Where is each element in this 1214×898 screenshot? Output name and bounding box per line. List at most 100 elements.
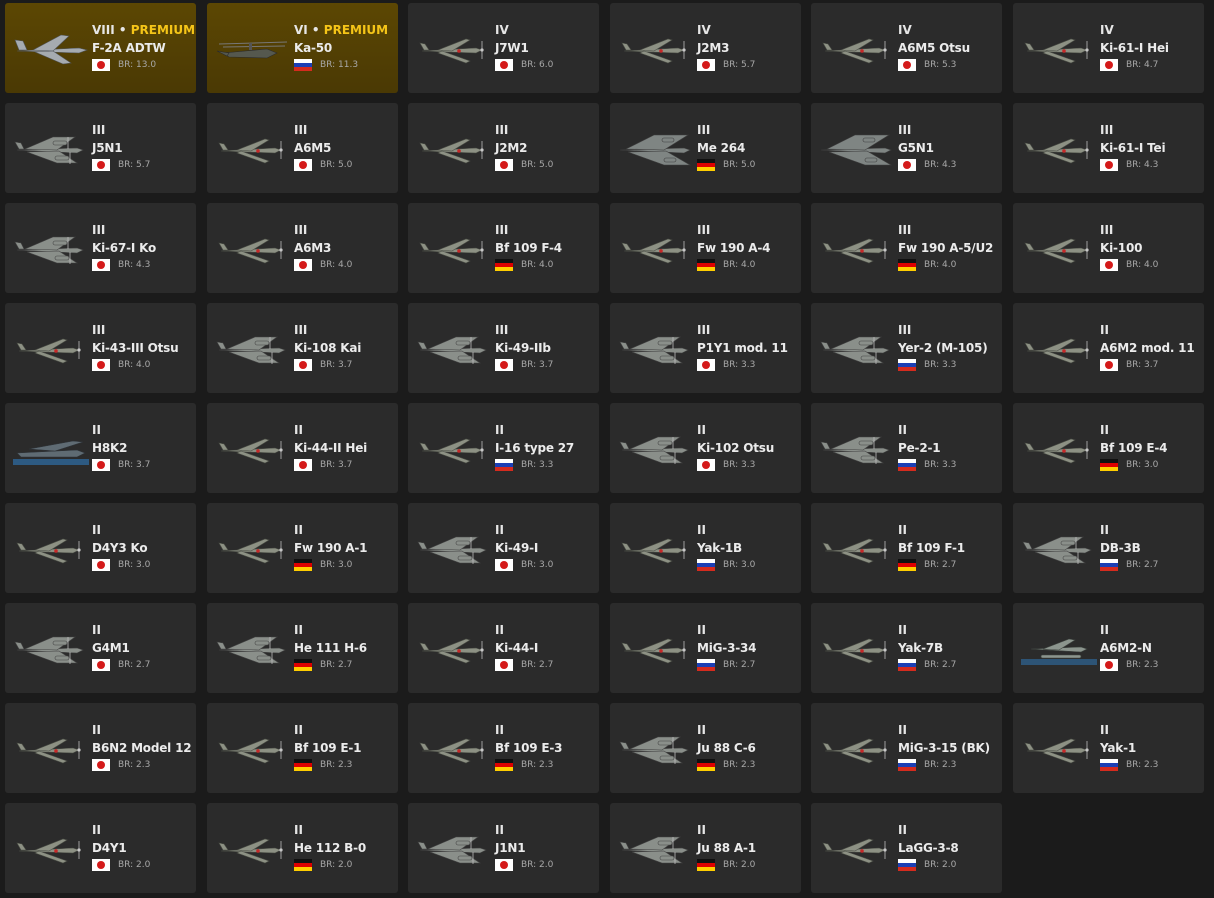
vehicle-meta: BR: 4.0 xyxy=(92,358,196,372)
vehicle-card[interactable]: III J5N1 BR: 5.7 xyxy=(5,103,196,193)
vehicle-name: Ki-108 Kai xyxy=(294,341,362,355)
rank-numeral: II xyxy=(697,823,706,837)
vehicle-card[interactable]: III Ki-61-I Tei BR: 4.3 xyxy=(1013,103,1204,193)
fighter-aircraft-icon xyxy=(819,229,895,269)
vehicle-card[interactable]: III Me 264 BR: 5.0 xyxy=(610,103,801,193)
vehicle-card[interactable]: II A6M2-N BR: 2.3 xyxy=(1013,603,1204,693)
twin-aircraft-icon xyxy=(618,329,694,369)
battle-rating: BR: 2.7 xyxy=(924,660,957,670)
vehicle-card[interactable]: II Ki-102 Otsu BR: 3.3 xyxy=(610,403,801,493)
vehicle-name: He 111 H-6 xyxy=(294,641,367,655)
premium-label: PREMIUM xyxy=(323,23,389,37)
vehicle-rank: II xyxy=(495,723,599,738)
vehicle-card[interactable]: II Yak-7B BR: 2.7 xyxy=(811,603,1002,693)
rank-numeral: IV xyxy=(898,23,912,37)
vehicle-name: Bf 109 E-4 xyxy=(1100,441,1168,455)
vehicle-card[interactable]: II I-16 type 27 BR: 3.3 xyxy=(408,403,599,493)
vehicle-card[interactable]: II MiG-3-15 (BK) BR: 2.3 xyxy=(811,703,1002,793)
ru-flag-icon xyxy=(898,459,916,471)
fighter-aircraft-icon xyxy=(1021,229,1097,269)
vehicle-card[interactable]: IV Ki-61-I Hei BR: 4.7 xyxy=(1013,3,1204,93)
vehicle-card[interactable]: III J2M2 BR: 5.0 xyxy=(408,103,599,193)
vehicle-card[interactable]: II H8K2 BR: 3.7 xyxy=(5,403,196,493)
ru-flag-icon xyxy=(898,359,916,371)
jp-flag-icon xyxy=(495,859,513,871)
vehicle-card[interactable]: II D4Y3 Ko BR: 3.0 xyxy=(5,503,196,593)
battle-rating: BR: 2.0 xyxy=(118,860,151,870)
jp-flag-icon xyxy=(495,59,513,71)
vehicle-name: P1Y1 mod. 11 xyxy=(697,341,788,355)
rank-numeral: II xyxy=(294,823,303,837)
vehicle-card[interactable]: II Fw 190 A-1 BR: 3.0 xyxy=(207,503,398,593)
battle-rating: BR: 4.0 xyxy=(521,260,554,270)
rank-numeral: II xyxy=(495,423,504,437)
vehicle-card[interactable]: III Yer-2 (M-105) BR: 3.3 xyxy=(811,303,1002,393)
vehicle-rank: II xyxy=(697,523,801,538)
vehicle-card[interactable]: II B6N2 Model 12 BR: 2.3 xyxy=(5,703,196,793)
vehicle-info: III Fw 190 A-5/U2 BR: 4.0 xyxy=(898,223,1002,272)
vehicle-card[interactable]: III Fw 190 A-4 BR: 4.0 xyxy=(610,203,801,293)
vehicle-card[interactable]: III Ki-67-I Ko BR: 4.3 xyxy=(5,203,196,293)
vehicle-card[interactable]: II Yak-1 BR: 2.3 xyxy=(1013,703,1204,793)
vehicle-meta: BR: 2.7 xyxy=(1100,558,1204,572)
battle-rating: BR: 5.0 xyxy=(521,160,554,170)
vehicle-card[interactable]: II D4Y1 BR: 2.0 xyxy=(5,803,196,893)
vehicle-card[interactable]: II Bf 109 F-1 BR: 2.7 xyxy=(811,503,1002,593)
de-flag-icon xyxy=(495,759,513,771)
vehicle-card[interactable]: III Fw 190 A-5/U2 BR: 4.0 xyxy=(811,203,1002,293)
vehicle-card[interactable]: III G5N1 BR: 4.3 xyxy=(811,103,1002,193)
vehicle-name: I-16 type 27 xyxy=(495,441,575,455)
jp-flag-icon xyxy=(92,659,110,671)
vehicle-info: II Ki-102 Otsu BR: 3.3 xyxy=(697,423,801,472)
vehicle-card[interactable]: II Bf 109 E-3 BR: 2.3 xyxy=(408,703,599,793)
vehicle-card[interactable]: VI • PREMIUM Ka-50 BR: 11.3 xyxy=(207,3,398,93)
vehicle-card[interactable]: II A6M2 mod. 11 BR: 3.7 xyxy=(1013,303,1204,393)
vehicle-card[interactable]: III Ki-49-IIb BR: 3.7 xyxy=(408,303,599,393)
vehicle-card[interactable]: II Pe-2-1 BR: 3.3 xyxy=(811,403,1002,493)
vehicle-card[interactable]: IV J7W1 BR: 6.0 xyxy=(408,3,599,93)
vehicle-card[interactable]: II Ju 88 A-1 BR: 2.0 xyxy=(610,803,801,893)
de-flag-icon xyxy=(898,559,916,571)
vehicle-card[interactable]: II Bf 109 E-1 BR: 2.3 xyxy=(207,703,398,793)
rank-numeral: III xyxy=(697,323,711,337)
vehicle-card[interactable]: II He 112 B-0 BR: 2.0 xyxy=(207,803,398,893)
fighter-aircraft-icon xyxy=(215,229,291,269)
vehicle-card[interactable]: II Ki-44-I BR: 2.7 xyxy=(408,603,599,693)
vehicle-rank: III xyxy=(898,123,1002,138)
vehicle-card[interactable]: II Ju 88 C-6 BR: 2.3 xyxy=(610,703,801,793)
vehicle-card[interactable]: II Yak-1B BR: 3.0 xyxy=(610,503,801,593)
vehicle-card[interactable]: III A6M5 BR: 5.0 xyxy=(207,103,398,193)
vehicle-info: IV J7W1 BR: 6.0 xyxy=(495,23,599,72)
vehicle-card[interactable]: III Ki-108 Kai BR: 3.7 xyxy=(207,303,398,393)
vehicle-card[interactable]: III A6M3 BR: 4.0 xyxy=(207,203,398,293)
vehicle-rank: VI • PREMIUM xyxy=(294,23,398,38)
vehicle-card[interactable]: VIII • PREMIUM F-2A ADTW BR: 13.0 xyxy=(5,3,196,93)
vehicle-card[interactable]: II He 111 H-6 BR: 2.7 xyxy=(207,603,398,693)
twin-aircraft-icon xyxy=(215,329,291,369)
vehicle-card[interactable]: IV J2M3 BR: 5.7 xyxy=(610,3,801,93)
battle-rating: BR: 3.3 xyxy=(521,460,554,470)
vehicle-card[interactable]: II J1N1 BR: 2.0 xyxy=(408,803,599,893)
vehicle-card[interactable]: IV A6M5 Otsu BR: 5.3 xyxy=(811,3,1002,93)
heli-aircraft-icon xyxy=(215,29,291,69)
vehicle-card[interactable]: II Bf 109 E-4 BR: 3.0 xyxy=(1013,403,1204,493)
vehicle-card[interactable]: III Bf 109 F-4 BR: 4.0 xyxy=(408,203,599,293)
twin-aircraft-icon xyxy=(416,529,492,569)
vehicle-card[interactable]: II LaGG-3-8 BR: 2.0 xyxy=(811,803,1002,893)
vehicle-card[interactable]: III Ki-100 BR: 4.0 xyxy=(1013,203,1204,293)
vehicle-name: Fw 190 A-4 xyxy=(697,241,771,255)
vehicle-card[interactable]: II Ki-49-I BR: 3.0 xyxy=(408,503,599,593)
vehicle-card[interactable]: III P1Y1 mod. 11 BR: 3.3 xyxy=(610,303,801,393)
vehicle-card[interactable]: II DB-3B BR: 2.7 xyxy=(1013,503,1204,593)
vehicle-rank: II xyxy=(294,423,398,438)
vehicle-name: J2M3 xyxy=(697,41,730,55)
vehicle-card[interactable]: III Ki-43-III Otsu BR: 4.0 xyxy=(5,303,196,393)
vehicle-card[interactable]: II G4M1 BR: 2.7 xyxy=(5,603,196,693)
vehicle-card[interactable]: II MiG-3-34 BR: 2.7 xyxy=(610,603,801,693)
battle-rating: BR: 3.7 xyxy=(320,360,353,370)
battle-rating: BR: 3.7 xyxy=(118,460,151,470)
ru-flag-icon xyxy=(697,659,715,671)
battle-rating: BR: 5.0 xyxy=(320,160,353,170)
vehicle-card[interactable]: II Ki-44-II Hei BR: 3.7 xyxy=(207,403,398,493)
vehicle-info: II D4Y3 Ko BR: 3.0 xyxy=(92,523,196,572)
